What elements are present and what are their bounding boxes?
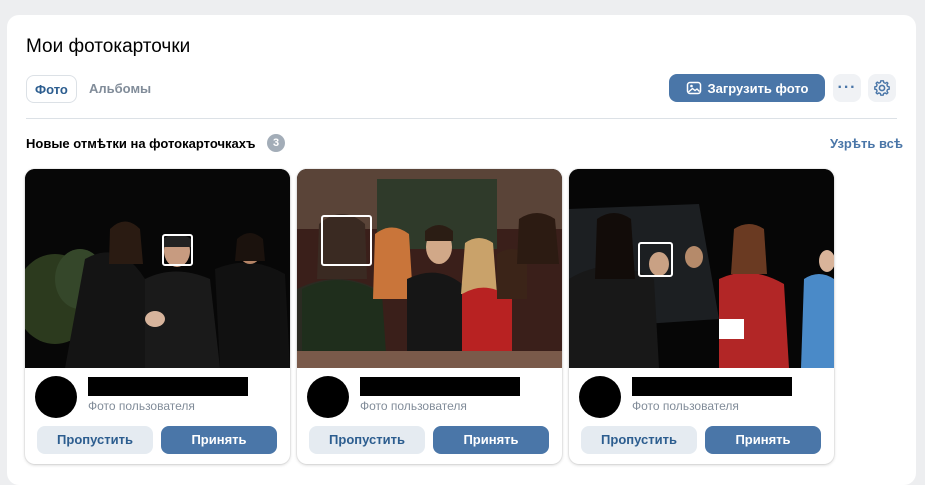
image-icon [686,81,701,95]
more-button[interactable]: ··· [833,74,861,102]
tag-card: Фото пользователя Пропустить Принять [297,169,562,464]
photos-panel: Мои фотокарточки Фото Альбомы Загрузить … [7,15,916,485]
section-title: Новые отмѣтки на фотокарточкахъ [26,136,256,151]
skip-button[interactable]: Пропустить [581,426,697,454]
gear-icon [874,80,890,96]
skip-button[interactable]: Пропустить [37,426,153,454]
skip-button[interactable]: Пропустить [309,426,425,454]
upload-photo-label: Загрузить фото [707,80,809,96]
tagged-photo[interactable] [569,169,834,368]
accept-button[interactable]: Принять [161,426,277,454]
tag-count-badge: 3 [267,134,285,152]
settings-button[interactable] [868,74,896,102]
user-name-redacted[interactable] [88,377,248,396]
upload-photo-button[interactable]: Загрузить фото [669,74,825,102]
user-name-redacted[interactable] [632,377,792,396]
tagged-photo[interactable] [25,169,290,368]
divider [26,118,897,119]
avatar[interactable] [307,376,349,418]
more-icon: ··· [837,79,857,96]
tagged-photo[interactable] [297,169,562,368]
tag-card: Фото пользователя Пропустить Принять [25,169,290,464]
page-title: Мои фотокарточки [26,36,191,57]
tab-photos[interactable]: Фото [26,75,77,103]
user-name-redacted[interactable] [360,377,520,396]
card-subtitle: Фото пользователя [360,399,467,413]
card-subtitle: Фото пользователя [88,399,195,413]
card-subtitle: Фото пользователя [632,399,739,413]
avatar[interactable] [579,376,621,418]
avatar[interactable] [35,376,77,418]
tab-albums[interactable]: Альбомы [81,75,159,103]
accept-button[interactable]: Принять [433,426,549,454]
tag-card: Фото пользователя Пропустить Принять [569,169,834,464]
accept-button[interactable]: Принять [705,426,821,454]
show-all-link[interactable]: Узрѣть всѣ [830,136,903,151]
